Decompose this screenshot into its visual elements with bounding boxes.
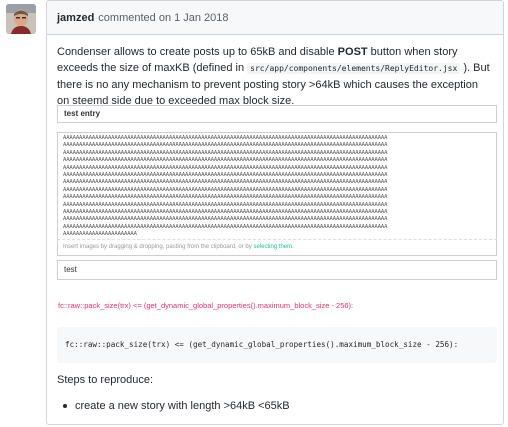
body-textarea: AAAAAAAAAAAAAAAAAAAAAAAAAAAAAAAAAAAAAAAA…	[57, 132, 497, 256]
inline-code: src/app/components/elements/ReplyEditor.…	[247, 63, 461, 74]
comment-paragraph: Condenser allows to create posts up to 6…	[57, 44, 493, 109]
upload-link: selecting them.	[253, 244, 294, 250]
comment-action: commented on	[98, 11, 172, 24]
list-item: create a new story with length >64kB <65…	[57, 398, 290, 414]
paragraph-bold: POST	[337, 46, 368, 58]
steps-heading: Steps to reproduce:	[57, 374, 154, 386]
title-field: test entry	[57, 105, 497, 123]
comment-header: jamzed commented on 1 Jan 2018	[47, 1, 503, 35]
steps-list: create a new story with length >64kB <65…	[57, 398, 290, 414]
code-text: fc::raw::pack_size(trx) <= (get_dynamic_…	[65, 340, 459, 349]
comment-date-link[interactable]: 1 Jan 2018	[174, 12, 228, 24]
tags-field: test	[57, 260, 497, 280]
embedded-screenshot: test entry AAAAAAAAAAAAAAAAAAAAAAAAAAAAA…	[55, 102, 504, 290]
upload-hint-text: Insert images by dragging & dropping, pa…	[63, 244, 254, 250]
body-text: AAAAAAAAAAAAAAAAAAAAAAAAAAAAAAAAAAAAAAAA…	[63, 135, 388, 238]
code-block: fc::raw::pack_size(trx) <= (get_dynamic_…	[57, 327, 497, 363]
upload-hint: Insert images by dragging & dropping, pa…	[57, 239, 497, 255]
avatar[interactable]	[6, 4, 36, 34]
author-link[interactable]: jamzed	[57, 12, 94, 24]
avatar-image	[6, 4, 36, 34]
comment-body: Condenser allows to create posts up to 6…	[47, 35, 503, 109]
error-message: fc::raw::pack_size(trx) <= (get_dynamic_…	[58, 301, 354, 310]
paragraph-text-1: Condenser allows to create posts up to 6…	[57, 46, 338, 58]
